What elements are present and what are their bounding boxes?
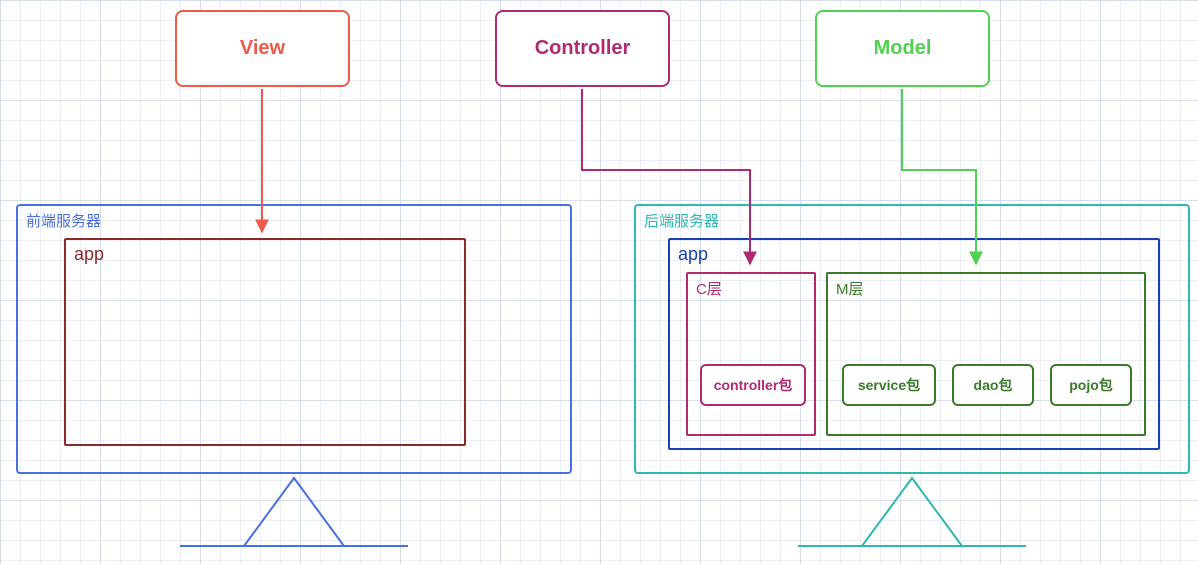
service-package-label: service包 <box>858 375 920 395</box>
pojo-package-label: pojo包 <box>1069 375 1113 395</box>
dao-package-label: dao包 <box>974 375 1013 395</box>
backend-app-label: app <box>678 244 708 265</box>
view-label: View <box>240 37 285 60</box>
backend-stand <box>862 478 962 546</box>
c-layer-label: C层 <box>696 278 722 299</box>
m-layer: M层 service包 dao包 pojo包 <box>826 272 1146 436</box>
controller-package-label: controller包 <box>714 375 793 395</box>
controller-package: controller包 <box>700 364 806 406</box>
backend-server-label: 后端服务器 <box>644 210 719 231</box>
frontend-server: 前端服务器 app <box>16 204 572 474</box>
model-box: Model <box>815 10 990 87</box>
frontend-app: app <box>64 238 466 446</box>
frontend-server-label: 前端服务器 <box>26 210 101 231</box>
service-package: service包 <box>842 364 936 406</box>
m-layer-label: M层 <box>836 278 864 299</box>
frontend-stand <box>244 478 344 546</box>
model-label: Model <box>874 37 932 60</box>
controller-box: Controller <box>495 10 670 87</box>
c-layer: C层 controller包 <box>686 272 816 436</box>
controller-label: Controller <box>535 37 631 60</box>
view-box: View <box>175 10 350 87</box>
backend-app: app C层 controller包 M层 service包 dao包 pojo… <box>668 238 1160 450</box>
pojo-package: pojo包 <box>1050 364 1132 406</box>
backend-server: 后端服务器 app C层 controller包 M层 service包 dao… <box>634 204 1190 474</box>
frontend-app-label: app <box>74 244 104 265</box>
dao-package: dao包 <box>952 364 1034 406</box>
